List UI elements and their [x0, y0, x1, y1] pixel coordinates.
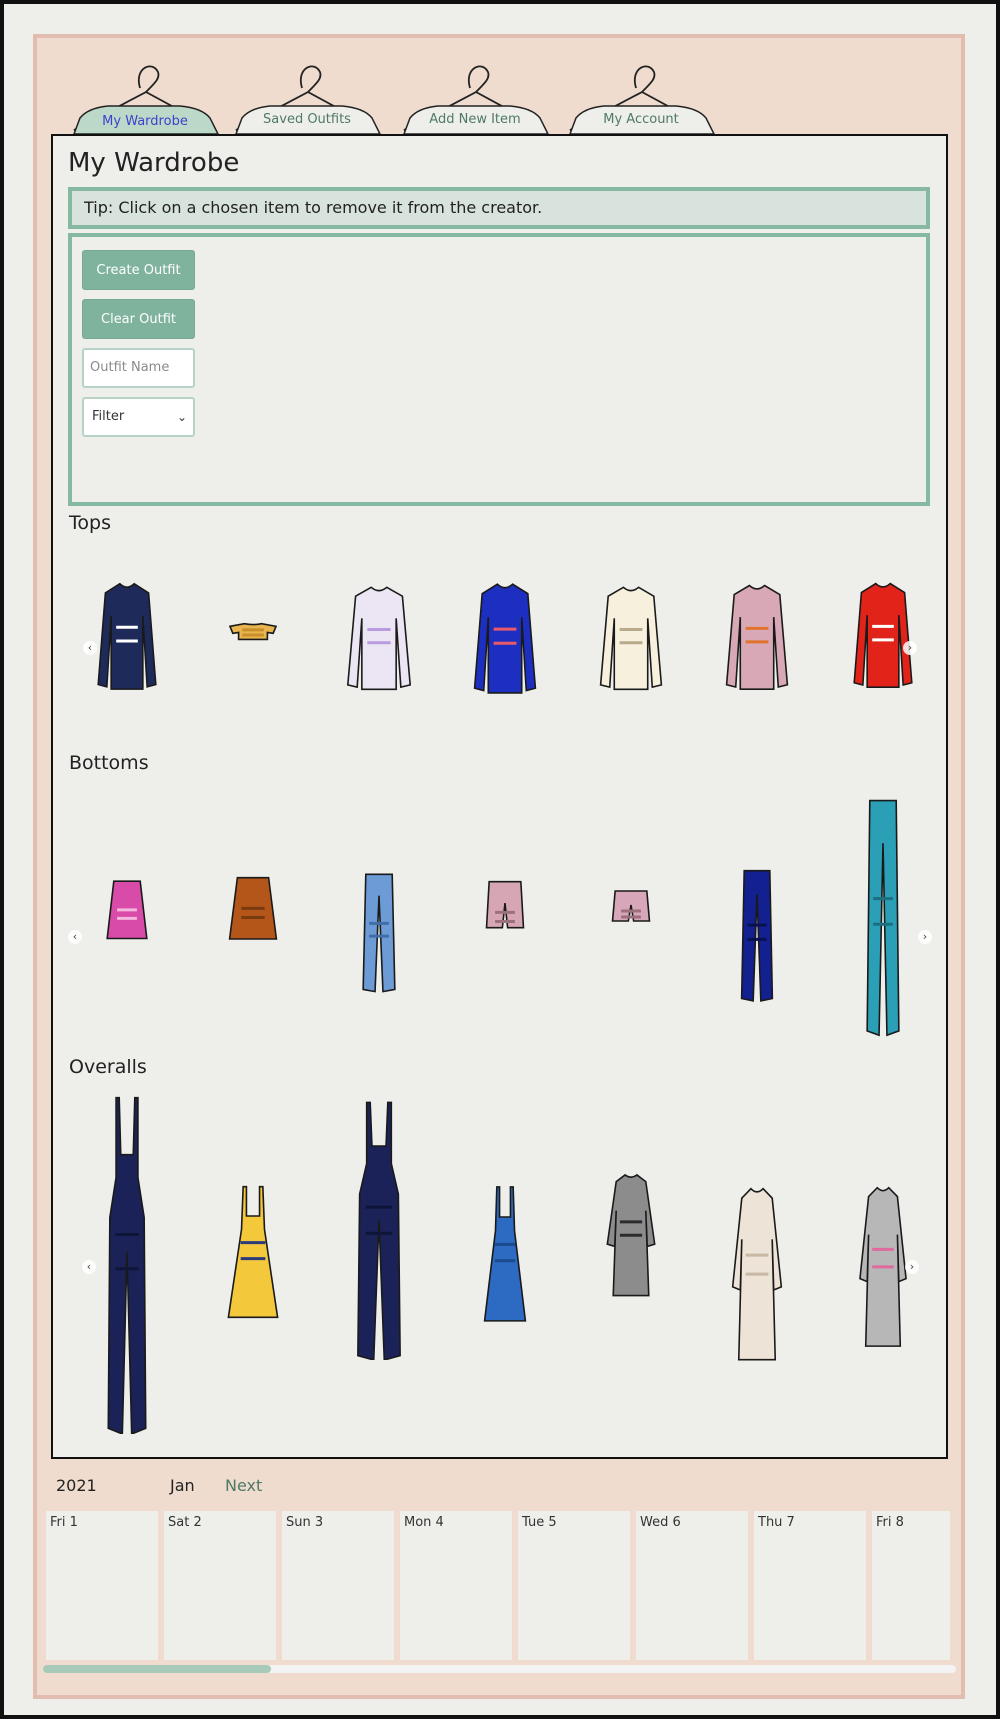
lilac-sweater-icon[interactable]	[324, 574, 434, 696]
outfit-name-input[interactable]: Outfit Name	[82, 348, 195, 388]
pink-floral-skirt-icon[interactable]	[72, 874, 182, 960]
calendar-day-label: Wed 6	[640, 1515, 681, 1530]
calendar-day[interactable]: Fri 8	[869, 1508, 953, 1663]
calendar-day-label: Tue 5	[522, 1515, 557, 1530]
calendar-days-strip: Fri 1 Sat 2 Sun 3 Mon 4 Tue 5 Wed 6 Thu 7 Fri 8	[43, 1508, 957, 1663]
yellow-crop-top-icon[interactable]	[198, 608, 308, 656]
outfit-creator-area[interactable]	[68, 233, 930, 506]
navy-jeans-icon[interactable]	[702, 866, 812, 1008]
bottoms-next-arrow-icon[interactable]: ›	[918, 930, 932, 944]
overalls-prev-arrow-icon[interactable]: ‹	[82, 1260, 96, 1274]
tops-next-arrow-icon[interactable]: ›	[903, 641, 917, 655]
calendar-day-label: Sun 3	[286, 1515, 324, 1530]
cream-superdry-sweater-icon[interactable]	[576, 574, 686, 696]
pink-lounge-shorts-icon[interactable]	[576, 886, 686, 946]
filter-select-value: Filter	[92, 409, 125, 424]
tab-my-wardrobe[interactable]: My Wardrobe	[60, 58, 230, 136]
tops-prev-arrow-icon[interactable]: ‹	[83, 641, 97, 655]
section-title-overalls: Overalls	[69, 1056, 147, 1078]
calendar-day[interactable]: Fri 1	[43, 1508, 161, 1663]
teal-jeans-icon[interactable]	[828, 792, 938, 1048]
overalls-next-arrow-icon[interactable]: ›	[905, 1260, 919, 1274]
calendar-day-label: Mon 4	[404, 1515, 444, 1530]
calendar-day[interactable]: Sun 3	[279, 1508, 397, 1663]
tab-add-new-item[interactable]: Add New Item	[390, 58, 560, 136]
plaid-pinafore-dress-icon[interactable]	[198, 1176, 308, 1336]
light-blue-jeans-icon[interactable]	[324, 870, 434, 998]
chevron-down-icon: ⌄	[176, 410, 187, 424]
calendar-next-link[interactable]: Next	[225, 1476, 262, 1495]
bottoms-carousel	[68, 790, 930, 1050]
red-superdry-sweater-icon[interactable]	[828, 570, 938, 694]
filter-select[interactable]: Filter ⌄	[82, 397, 195, 437]
pink-rainbow-sweater-icon[interactable]	[702, 572, 812, 696]
grey-superdry-sweater-dress-icon[interactable]	[828, 1176, 938, 1352]
tab-label: My Wardrobe	[102, 114, 188, 129]
rust-skirt-icon[interactable]	[198, 870, 308, 962]
clear-outfit-button[interactable]: Clear Outfit	[82, 299, 195, 339]
calendar-day-label: Thu 7	[758, 1515, 795, 1530]
create-outfit-button[interactable]: Create Outfit	[82, 250, 195, 290]
calendar-day-label: Sat 2	[168, 1515, 202, 1530]
calendar-day[interactable]: Sat 2	[161, 1508, 279, 1663]
tab-saved-outfits[interactable]: Saved Outfits	[222, 58, 392, 136]
tab-label: Saved Outfits	[263, 112, 351, 127]
navy-jumpsuit-icon[interactable]	[324, 1098, 434, 1360]
calendar-month: Jan	[170, 1476, 195, 1495]
calendar-day[interactable]: Wed 6	[633, 1508, 751, 1663]
blue-pinafore-dress-icon[interactable]	[450, 1176, 560, 1340]
tops-carousel	[68, 560, 930, 720]
pink-shorts-icon[interactable]	[450, 874, 560, 966]
graffiti-shirt-dress-icon[interactable]	[576, 1166, 686, 1300]
calendar-day-label: Fri 8	[876, 1515, 904, 1530]
overalls-carousel	[68, 1092, 930, 1442]
bottoms-prev-arrow-icon[interactable]: ‹	[68, 930, 82, 944]
calendar-scrollbar-thumb[interactable]	[43, 1665, 271, 1673]
section-title-tops: Tops	[69, 512, 111, 534]
calendar-day-label: Fri 1	[50, 1515, 78, 1530]
tab-label: My Account	[603, 112, 679, 127]
blue-superdry-sweater-icon[interactable]	[450, 570, 560, 700]
tab-my-account[interactable]: My Account	[556, 58, 726, 136]
calendar-year: 2021	[56, 1476, 97, 1495]
calendar-day[interactable]: Mon 4	[397, 1508, 515, 1663]
tab-label: Add New Item	[429, 112, 521, 127]
tip-banner: Tip: Click on a chosen item to remove it…	[68, 187, 930, 229]
calendar-day[interactable]: Tue 5	[515, 1508, 633, 1663]
striped-long-sleeve-top-icon[interactable]	[72, 570, 182, 696]
calendar-day[interactable]: Thu 7	[751, 1508, 869, 1663]
page-title: My Wardrobe	[68, 148, 240, 178]
cream-sweater-dress-icon[interactable]	[702, 1176, 812, 1366]
section-title-bottoms: Bottoms	[69, 752, 149, 774]
